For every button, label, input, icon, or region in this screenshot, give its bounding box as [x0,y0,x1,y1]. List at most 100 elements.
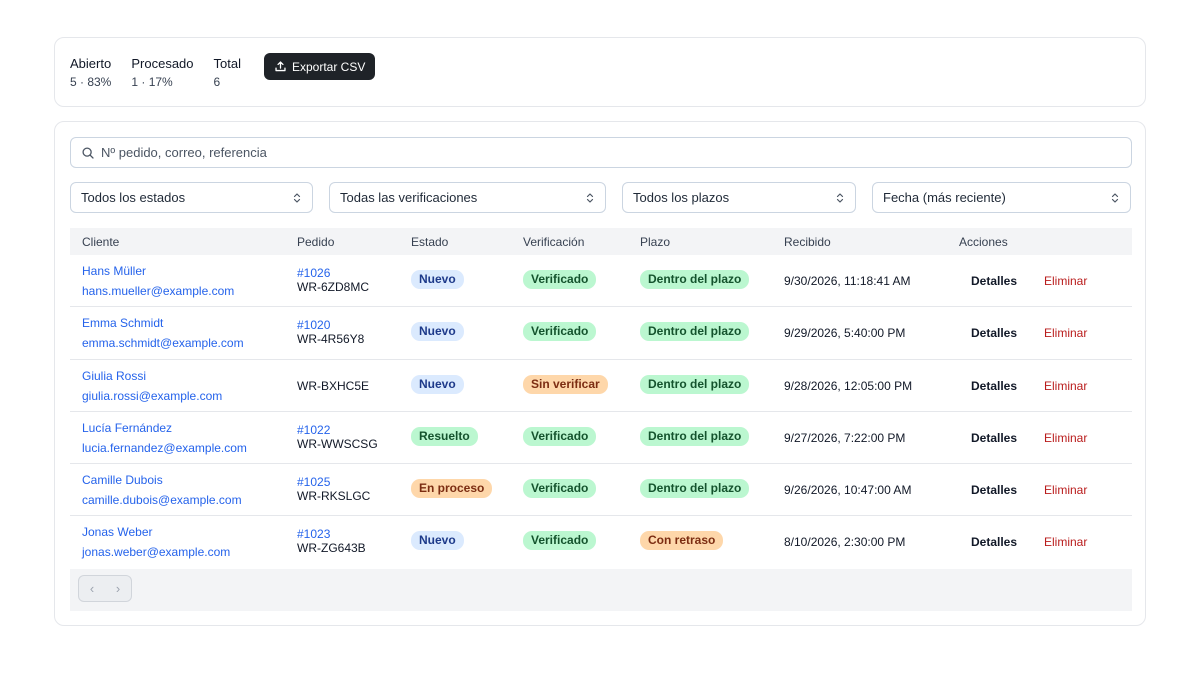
pagination-buttons: ‹ › [78,574,132,602]
received-date: 9/27/2026, 7:22:00 PM [784,430,906,445]
details-button[interactable]: Detalles [971,535,1017,549]
chevron-up-down-icon [836,192,844,203]
details-button[interactable]: Detalles [971,274,1017,288]
upload-icon [275,61,286,72]
verification-filter-select[interactable]: Todas las verificaciones [329,182,606,213]
details-button[interactable]: Detalles [971,379,1017,393]
search-input[interactable] [101,145,1099,160]
col-verification: Verificación [523,235,585,249]
order-id-link[interactable]: #1020 [297,318,330,332]
customer-name-link[interactable]: Giulia Rossi [82,369,146,383]
received-date: 9/26/2026, 10:47:00 AM [784,483,912,498]
order-id-link[interactable]: #1025 [297,475,330,489]
chevron-up-down-icon [293,192,301,203]
table-row: Lucía Fernández lucia.fernandez@example.… [70,412,1132,465]
deadline-badge: Dentro del plazo [640,426,750,446]
deadline-badge: Dentro del plazo [640,270,750,289]
status-badge: Resuelto [411,426,478,446]
order-reference: WR-6ZD8MC [297,280,369,294]
chevron-up-down-icon [1111,192,1119,203]
status-badge: Nuevo [411,374,464,394]
status-badge: Nuevo [411,270,464,289]
deadline-filter-select[interactable]: Todos los plazos [622,182,856,213]
deadline-badge: Con retraso [640,531,724,551]
pagination: ‹ › [70,568,1132,611]
customer-email-link[interactable]: lucia.fernandez@example.com [82,441,247,455]
col-deadline: Plazo [640,235,671,249]
order-reference: WR-ZG643B [297,541,366,556]
stat-total-value: 6 [213,75,221,89]
deadline-badge: Dentro del plazo [640,374,750,394]
details-button[interactable]: Detalles [971,483,1017,497]
table-row: Giulia Rossi giulia.rossi@example.com WR… [70,360,1132,412]
next-page-button[interactable]: › [105,576,131,601]
chevron-up-down-icon [586,192,594,203]
received-date: 9/29/2026, 5:40:00 PM [784,326,906,341]
orders-table: Cliente Pedido Estado Verificación Plazo… [70,228,1132,611]
delete-button[interactable]: Eliminar [1044,483,1087,497]
status-badge: Nuevo [411,531,464,551]
table-row: Emma Schmidt emma.schmidt@example.com #1… [70,307,1132,360]
status-badge: En proceso [411,479,493,499]
order-reference: WR-4R56Y8 [297,332,365,347]
export-csv-button[interactable]: Exportar CSV [264,53,376,80]
status-badge: Nuevo [411,322,464,342]
col-customer: Cliente [82,235,120,249]
customer-name-link[interactable]: Hans Müller [82,264,146,278]
summary-stats: Abierto 5 · 83% Procesado 1 · 17% Total … [70,56,261,90]
prev-page-button[interactable]: ‹ [79,576,105,601]
search-box[interactable] [70,137,1132,168]
col-status: Estado [411,235,449,249]
delete-button[interactable]: Eliminar [1044,274,1087,288]
sort-value: Fecha (más reciente) [883,190,1006,205]
delete-button[interactable]: Eliminar [1044,431,1087,445]
received-date: 9/30/2026, 11:18:41 AM [784,274,911,288]
delete-button[interactable]: Eliminar [1044,379,1087,393]
stat-total-label: Total [213,56,241,71]
export-csv-label: Exportar CSV [292,59,366,74]
customer-name-link[interactable]: Jonas Weber [82,525,152,539]
stat-open-label: Abierto [70,56,112,71]
order-id-link[interactable]: #1026 [297,266,330,280]
col-received: Recibido [784,235,831,249]
status-filter-value: Todos los estados [81,190,186,205]
table-header: Cliente Pedido Estado Verificación Plazo… [70,228,1132,255]
verification-badge: Verificado [523,479,597,499]
received-date: 9/28/2026, 12:05:00 PM [784,378,913,393]
customer-email-link[interactable]: hans.mueller@example.com [82,284,234,298]
sort-select[interactable]: Fecha (más reciente) [872,182,1131,213]
verification-badge: Sin verificar [523,374,608,394]
table-row: Jonas Weber jonas.weber@example.com #102… [70,516,1132,568]
customer-name-link[interactable]: Emma Schmidt [82,316,163,330]
order-id-link[interactable]: #1022 [297,423,330,437]
details-button[interactable]: Detalles [971,431,1017,445]
stat-processed-label: Procesado [131,56,194,71]
table-row: Camille Dubois camille.dubois@example.co… [70,464,1132,517]
deadline-filter-value: Todos los plazos [633,190,730,205]
delete-button[interactable]: Eliminar [1044,535,1087,549]
stat-total: Total 6 [214,56,241,90]
customer-name-link[interactable]: Camille Dubois [82,473,163,487]
col-order: Pedido [297,235,335,249]
delete-button[interactable]: Eliminar [1044,326,1087,340]
customer-email-link[interactable]: emma.schmidt@example.com [82,336,244,350]
verification-badge: Verificado [523,426,597,446]
customer-email-link[interactable]: giulia.rossi@example.com [82,389,222,403]
orders-card: Todos los estados Todas las verificacion… [54,121,1146,626]
customer-name-link[interactable]: Lucía Fernández [82,421,172,435]
customer-email-link[interactable]: jonas.weber@example.com [82,545,230,559]
stat-processed-value: 1 · 17% [131,75,173,89]
customer-email-link[interactable]: camille.dubois@example.com [82,493,242,507]
order-reference: WR-RKSLGC [297,489,371,504]
details-button[interactable]: Detalles [971,326,1017,340]
status-filter-select[interactable]: Todos los estados [70,182,313,213]
stat-processed: Procesado 1 · 17% [131,56,193,90]
order-id-link[interactable]: #1023 [297,527,330,541]
verification-badge: Verificado [523,322,597,342]
search-icon [82,146,94,159]
verification-badge: Verificado [523,531,597,551]
order-reference: WR-WWSCSG [297,436,378,451]
stat-open: Abierto 5 · 83% [70,56,111,90]
received-date: 8/10/2026, 2:30:00 PM [784,535,906,550]
table-row: Hans Müller hans.mueller@example.com #10… [70,255,1132,308]
